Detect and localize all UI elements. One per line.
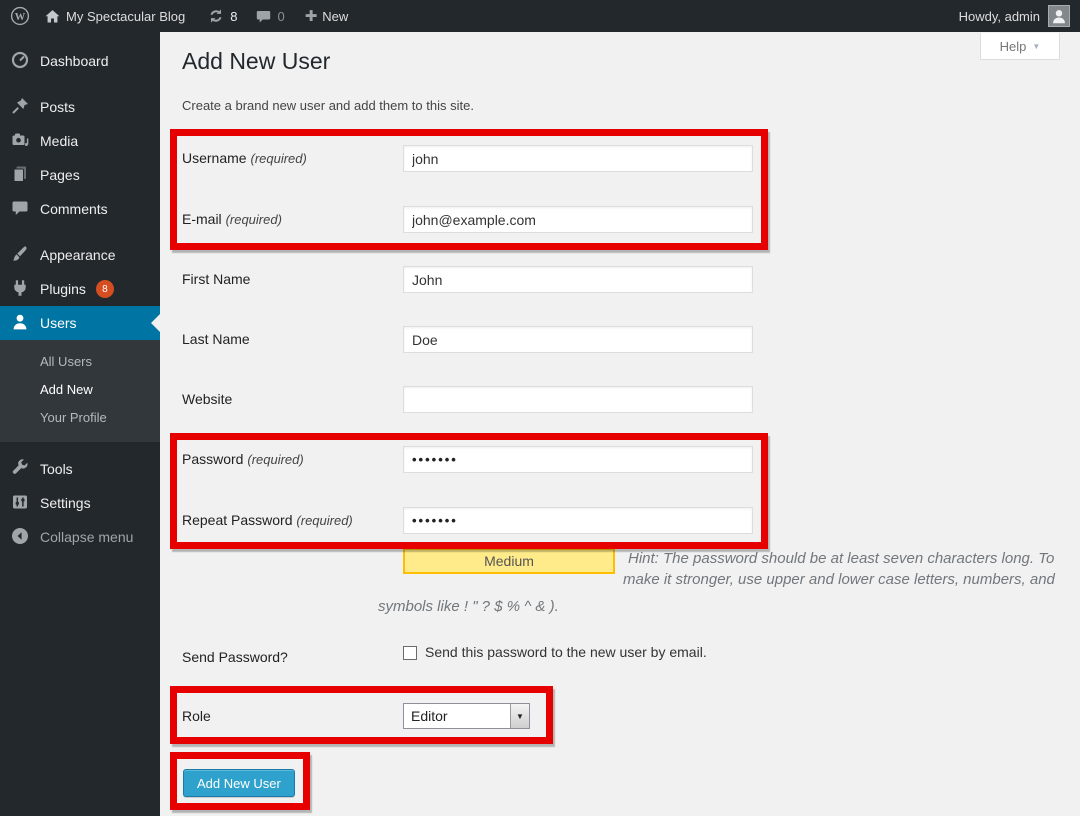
help-button[interactable]: Help ▼ — [980, 33, 1060, 60]
howdy-account-menu[interactable]: Howdy, admin — [959, 9, 1040, 24]
first-name-label: First Name — [182, 266, 403, 287]
sidebar-item-posts[interactable]: Posts — [0, 90, 160, 124]
send-password-row: Send Password? Send this password to the… — [182, 644, 707, 665]
sidebar-item-users[interactable]: Users — [0, 306, 160, 340]
posts-icon — [10, 96, 30, 119]
admin-bar: W My Spectacular Blog 8 — [0, 0, 1080, 32]
email-row: E-mail (required) — [182, 206, 753, 233]
new-content-menu[interactable]: ✚ New — [298, 0, 356, 32]
email-input[interactable] — [403, 206, 753, 233]
sidebar-subitem-your-profile[interactable]: Your Profile — [0, 404, 160, 432]
website-label: Website — [182, 386, 403, 407]
site-name-menu[interactable]: My Spectacular Blog — [37, 0, 192, 32]
comment-count: 0 — [277, 9, 284, 24]
home-icon — [44, 8, 61, 25]
svg-text:W: W — [15, 12, 26, 23]
sidebar-item-appearance[interactable]: Appearance — [0, 238, 160, 272]
update-count: 8 — [230, 9, 237, 24]
updates-menu[interactable]: 8 — [200, 0, 244, 32]
sidebar-subitem-add-new[interactable]: Add New — [0, 376, 160, 404]
sidebar-item-comments[interactable]: Comments — [0, 192, 160, 226]
repeat-password-label: Repeat Password (required) — [182, 507, 403, 528]
sidebar-item-media[interactable]: Media — [0, 124, 160, 158]
users-submenu: All Users Add New Your Profile — [0, 340, 160, 442]
sidebar-item-plugins[interactable]: Plugins 8 — [0, 272, 160, 306]
sidebar-subitem-all-users[interactable]: All Users — [0, 348, 160, 376]
sidebar-item-settings[interactable]: Settings — [0, 486, 160, 520]
page-subtitle: Create a brand new user and add them to … — [182, 98, 474, 113]
site-name: My Spectacular Blog — [66, 9, 185, 24]
last-name-label: Last Name — [182, 326, 403, 347]
password-hint-line: make it stronger, use upper and lower ca… — [623, 571, 1055, 588]
repeat-password-row: Repeat Password (required) — [182, 507, 753, 534]
role-row: Role Editor ▼ — [182, 703, 530, 729]
first-name-row: First Name — [182, 266, 753, 293]
avatar[interactable] — [1048, 5, 1070, 27]
add-new-user-button[interactable]: Add New User — [183, 769, 295, 797]
last-name-row: Last Name — [182, 326, 753, 353]
media-icon — [10, 130, 30, 153]
password-hint-line: symbols like ! " ? $ % ^ & ). — [378, 598, 559, 615]
wordpress-logo-icon: W — [10, 6, 30, 26]
new-label: New — [322, 9, 348, 24]
plugins-icon — [10, 278, 30, 301]
username-label: Username (required) — [182, 145, 403, 166]
send-password-label: Send Password? — [182, 644, 403, 665]
role-label: Role — [182, 703, 403, 724]
last-name-input[interactable] — [403, 326, 753, 353]
tools-icon — [10, 458, 30, 481]
plugins-update-badge: 8 — [96, 280, 114, 298]
users-icon — [10, 312, 30, 335]
collapse-icon — [10, 526, 30, 549]
collapse-menu-button[interactable]: Collapse menu — [0, 520, 160, 554]
first-name-input[interactable] — [403, 266, 753, 293]
password-row: Password (required) — [182, 446, 753, 473]
admin-sidebar: Dashboard Posts Med — [0, 32, 160, 816]
username-row: Username (required) — [182, 145, 753, 172]
username-input[interactable] — [403, 145, 753, 172]
website-input[interactable] — [403, 386, 753, 413]
role-select[interactable]: Editor ▼ — [403, 703, 530, 729]
sidebar-item-tools[interactable]: Tools — [0, 452, 160, 486]
comments-icon — [10, 198, 30, 221]
chevron-down-icon: ▼ — [1032, 42, 1040, 51]
role-selected-value: Editor — [404, 708, 510, 724]
appearance-icon — [10, 244, 30, 267]
comments-bubble-icon — [255, 8, 272, 25]
chevron-down-icon: ▼ — [510, 704, 529, 728]
pages-icon — [10, 164, 30, 187]
wordpress-logo-button[interactable]: W — [0, 0, 37, 32]
sidebar-item-pages[interactable]: Pages — [0, 158, 160, 192]
wordpress-admin-screen: W My Spectacular Blog 8 — [0, 0, 1080, 816]
new-plus-icon: ✚ — [305, 9, 318, 24]
send-password-checkbox[interactable] — [403, 646, 417, 660]
settings-icon — [10, 492, 30, 515]
password-strength-meter: Medium — [403, 548, 615, 574]
dashboard-icon — [10, 50, 30, 73]
password-hint-line: Hint: The password should be at least se… — [628, 550, 1054, 567]
repeat-password-input[interactable] — [403, 507, 753, 534]
password-input[interactable] — [403, 446, 753, 473]
main-content: Help ▼ Add New User Create a brand new u… — [160, 32, 1080, 816]
send-password-checkbox-label: Send this password to the new user by em… — [425, 644, 707, 660]
active-item-arrow — [142, 314, 160, 332]
password-label: Password (required) — [182, 446, 403, 467]
comments-menu[interactable]: 0 — [248, 0, 291, 32]
updates-icon — [207, 7, 225, 25]
page-title: Add New User — [182, 48, 330, 75]
email-label: E-mail (required) — [182, 206, 403, 227]
sidebar-item-dashboard[interactable]: Dashboard — [0, 44, 160, 78]
website-row: Website — [182, 386, 753, 413]
